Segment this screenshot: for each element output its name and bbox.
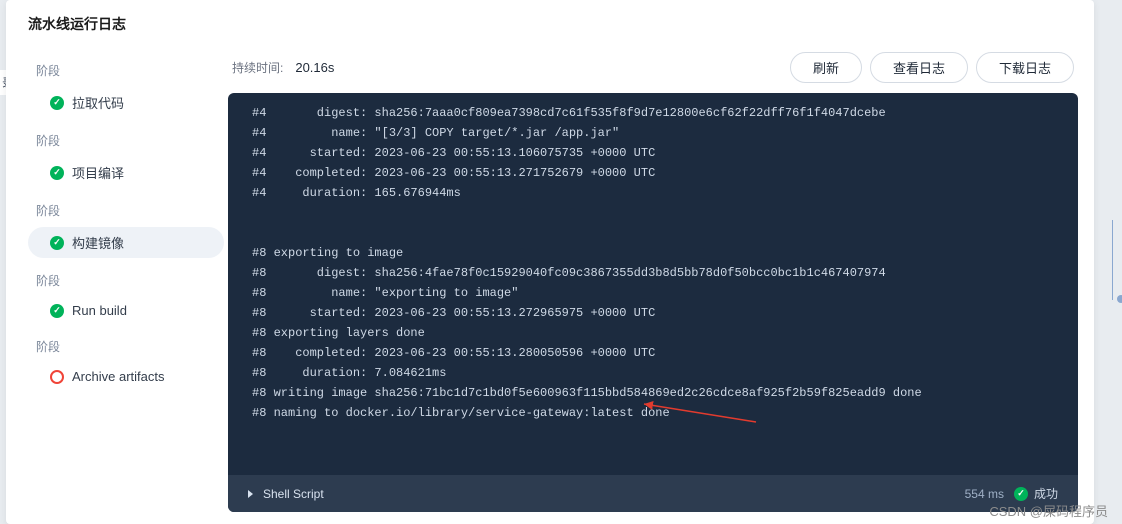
stage-heading: 阶段 bbox=[36, 272, 224, 289]
footer-status-text: 成功 bbox=[1034, 485, 1058, 502]
view-log-button[interactable]: 查看日志 bbox=[870, 52, 968, 83]
download-log-button[interactable]: 下载日志 bbox=[976, 52, 1074, 83]
stage-label-text: 构建镜像 bbox=[72, 233, 124, 252]
stage-label-text: 拉取代码 bbox=[72, 93, 124, 112]
panel-body: 阶段 拉取代码 阶段 项目编译 阶段 构建镜像 阶段 Run build 阶段 bbox=[6, 44, 1094, 524]
check-icon bbox=[1014, 487, 1028, 501]
watermark: CSDN @屎码程序员 bbox=[989, 501, 1108, 520]
stage-heading: 阶段 bbox=[36, 338, 224, 355]
stage-heading: 阶段 bbox=[36, 202, 224, 219]
right-decor-line bbox=[1112, 220, 1122, 300]
chevron-right-icon bbox=[248, 490, 253, 498]
stage-build-image[interactable]: 构建镜像 bbox=[28, 227, 224, 258]
stage-label-text: Run build bbox=[72, 303, 127, 318]
footer-duration: 554 ms bbox=[965, 487, 1004, 501]
stage-compile[interactable]: 项目编译 bbox=[28, 157, 224, 188]
log-card: #4 digest: sha256:7aaa0cf809ea7398cd7c61… bbox=[228, 93, 1078, 512]
stage-label-text: 项目编译 bbox=[72, 163, 124, 182]
stage-archive-artifacts[interactable]: Archive artifacts bbox=[28, 363, 224, 390]
check-icon bbox=[50, 166, 64, 180]
footer-title: Shell Script bbox=[263, 487, 324, 501]
check-icon bbox=[50, 96, 64, 110]
stage-label-text: Archive artifacts bbox=[72, 369, 164, 384]
stage-run-build[interactable]: Run build bbox=[28, 297, 224, 324]
circle-icon bbox=[50, 370, 64, 384]
panel-title: 流水线运行日志 bbox=[6, 0, 1094, 44]
toolbar: 持续时间: 20.16s 刷新 查看日志 下载日志 bbox=[228, 48, 1078, 93]
refresh-button[interactable]: 刷新 bbox=[790, 52, 862, 83]
duration-label: 持续时间: bbox=[232, 59, 283, 76]
check-icon bbox=[50, 304, 64, 318]
check-icon bbox=[50, 236, 64, 250]
log-output[interactable]: #4 digest: sha256:7aaa0cf809ea7398cd7c61… bbox=[228, 93, 1078, 475]
stage-heading: 阶段 bbox=[36, 132, 224, 149]
stage-pull-code[interactable]: 拉取代码 bbox=[28, 87, 224, 118]
right-decor-dot bbox=[1117, 295, 1122, 303]
stages-sidebar: 阶段 拉取代码 阶段 项目编译 阶段 构建镜像 阶段 Run build 阶段 bbox=[6, 44, 224, 524]
main-content: 持续时间: 20.16s 刷新 查看日志 下载日志 #4 digest: sha… bbox=[224, 44, 1094, 524]
stage-heading: 阶段 bbox=[36, 62, 224, 79]
log-panel: 流水线运行日志 阶段 拉取代码 阶段 项目编译 阶段 构建镜像 阶段 Run b… bbox=[6, 0, 1094, 524]
footer-status: 成功 bbox=[1014, 485, 1058, 502]
duration-value: 20.16s bbox=[295, 60, 334, 75]
log-footer[interactable]: Shell Script 554 ms 成功 bbox=[228, 475, 1078, 512]
